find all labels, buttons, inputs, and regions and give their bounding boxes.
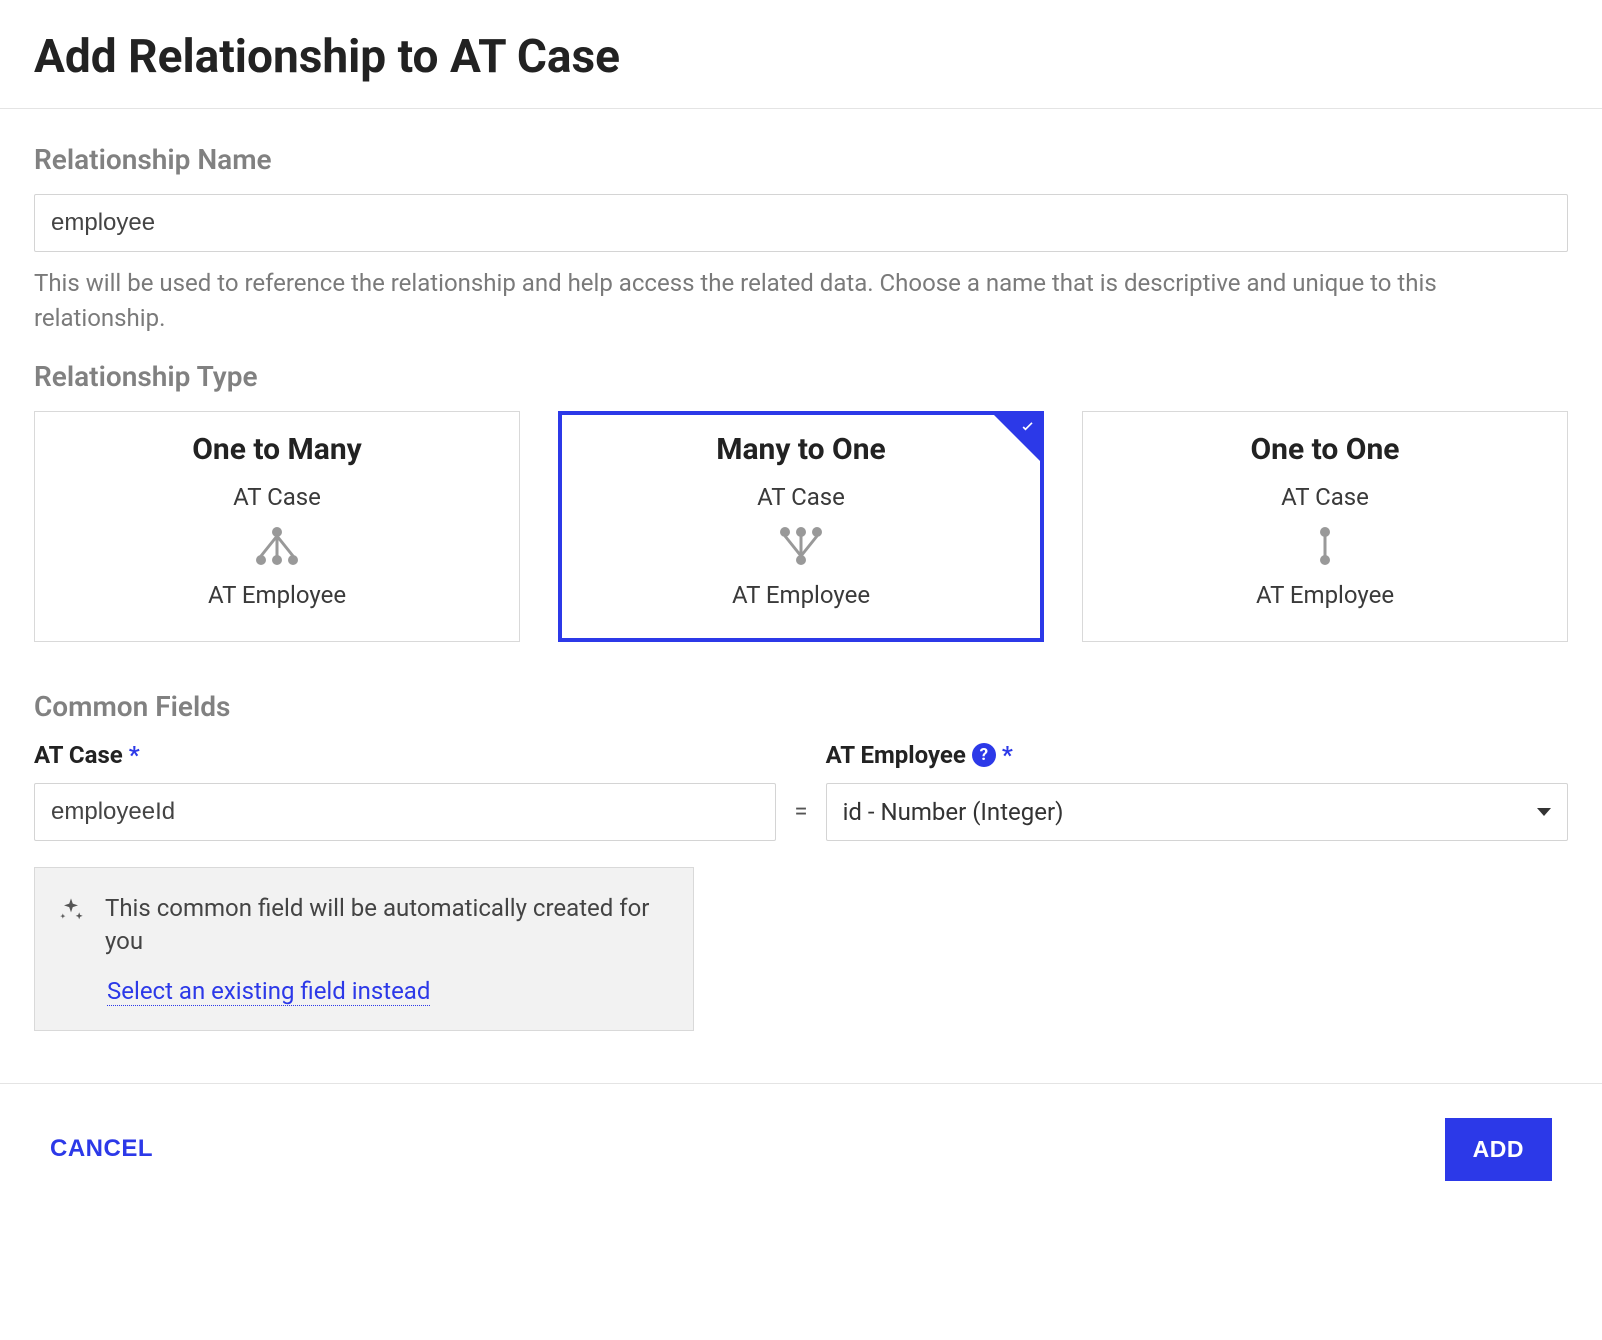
header-divider bbox=[0, 108, 1602, 109]
select-existing-field-link[interactable]: Select an existing field instead bbox=[107, 977, 430, 1006]
type-card-one-to-one[interactable]: One to One AT Case AT Employee bbox=[1082, 411, 1568, 642]
info-text: This common field will be automatically … bbox=[105, 892, 671, 959]
relationship-name-label: Relationship Name bbox=[34, 143, 1568, 176]
type-entity-top: AT Case bbox=[45, 483, 509, 511]
type-entity-bottom: AT Employee bbox=[1093, 581, 1557, 609]
sparkle-icon bbox=[57, 896, 85, 928]
required-star-icon: * bbox=[129, 741, 140, 769]
left-field-label-text: AT Case bbox=[34, 741, 123, 769]
relationship-type-label: Relationship Type bbox=[34, 360, 1568, 393]
left-field-input[interactable] bbox=[34, 783, 776, 841]
right-field-value: id - Number (Integer) bbox=[843, 798, 1064, 826]
add-button[interactable]: ADD bbox=[1445, 1118, 1552, 1181]
one-to-one-icon bbox=[1093, 521, 1557, 571]
type-title: One to One bbox=[1093, 432, 1557, 467]
relationship-name-helper: This will be used to reference the relat… bbox=[34, 266, 1568, 336]
type-entity-bottom: AT Employee bbox=[45, 581, 509, 609]
type-title: One to Many bbox=[45, 432, 509, 467]
common-fields-label: Common Fields bbox=[34, 690, 1568, 723]
required-star-icon: * bbox=[1002, 741, 1013, 769]
chevron-down-icon bbox=[1537, 808, 1551, 816]
common-field-info-box: This common field will be automatically … bbox=[34, 867, 694, 1031]
right-field-label-text: AT Employee bbox=[826, 741, 966, 769]
type-title: Many to One bbox=[569, 432, 1033, 467]
relationship-name-input[interactable] bbox=[34, 194, 1568, 252]
selected-check-icon bbox=[994, 415, 1040, 461]
common-fields-row: AT Case * = AT Employee ? * id - Number … bbox=[34, 741, 1568, 841]
many-to-one-icon bbox=[569, 521, 1033, 571]
type-card-many-to-one[interactable]: Many to One AT Case AT Employee bbox=[558, 411, 1044, 642]
right-field-select[interactable]: id - Number (Integer) bbox=[826, 783, 1568, 841]
type-entity-top: AT Case bbox=[1093, 483, 1557, 511]
type-card-one-to-many[interactable]: One to Many AT Case AT Employee bbox=[34, 411, 520, 642]
equals-sign: = bbox=[794, 797, 807, 841]
one-to-many-icon bbox=[45, 521, 509, 571]
left-field-label: AT Case * bbox=[34, 741, 776, 769]
cancel-button[interactable]: CANCEL bbox=[50, 1135, 153, 1163]
relationship-type-options: One to Many AT Case AT Employee Many to … bbox=[34, 411, 1568, 642]
type-entity-bottom: AT Employee bbox=[569, 581, 1033, 609]
type-entity-top: AT Case bbox=[569, 483, 1033, 511]
page-title: Add Relationship to AT Case bbox=[34, 30, 1568, 84]
right-field-label: AT Employee ? * bbox=[826, 741, 1568, 769]
dialog-footer: CANCEL ADD bbox=[0, 1083, 1602, 1215]
help-icon[interactable]: ? bbox=[972, 743, 996, 767]
